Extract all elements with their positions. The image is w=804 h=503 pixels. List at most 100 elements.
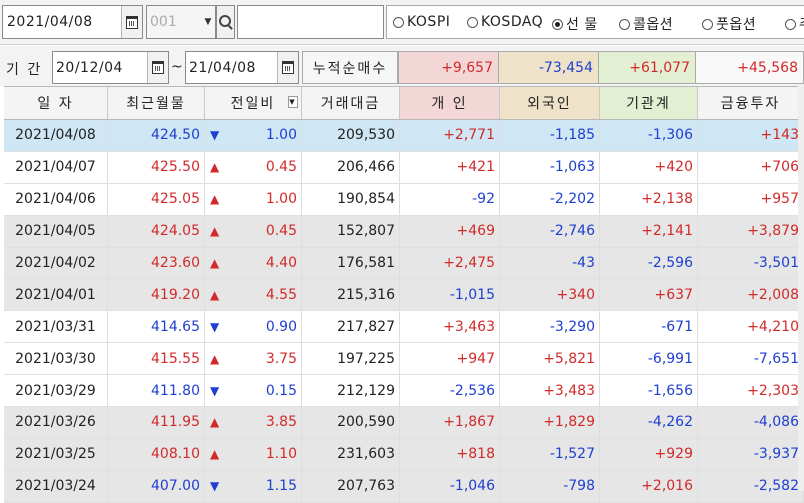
table-row[interactable]: 2021/04/06 425.05 ▲ 1.00 190,854 -92 -2,202 +2,… bbox=[4, 183, 804, 216]
radio-call-option[interactable]: 콜옵션 bbox=[619, 14, 673, 34]
radio-dot bbox=[785, 18, 796, 30]
radio-futures[interactable]: 선 물 bbox=[552, 14, 598, 34]
radio-dot bbox=[702, 18, 713, 30]
col-institution[interactable]: 기관계 bbox=[600, 87, 698, 119]
cell-individual: +818 bbox=[400, 438, 500, 470]
table-row[interactable]: 2021/04/08 424.50 ▼ 1.00 209,530 +2,771 -1,185… bbox=[4, 120, 804, 152]
cell-date: 2021/04/08 bbox=[4, 120, 108, 151]
table-row[interactable]: 2021/04/07 425.50 ▲ 0.45 206,466 +421 -1,063 +4… bbox=[4, 151, 804, 184]
cell-change: ▲ 0.45 bbox=[205, 215, 302, 247]
cell-volume: 190,854 bbox=[302, 183, 400, 215]
cell-financial-investment: -4,086 bbox=[698, 407, 804, 438]
down-triangle-icon: ▼ bbox=[210, 383, 220, 398]
cell-volume: 207,763 bbox=[302, 470, 400, 502]
market-radio-group: KOSPI KOSDAQ 선 물 콜옵션 풋옵션 주 bbox=[386, 5, 804, 39]
cell-date: 2021/04/06 bbox=[4, 183, 108, 215]
cell-institution: -1,306 bbox=[600, 120, 698, 151]
up-triangle-icon: ▲ bbox=[210, 192, 220, 207]
period-from-field[interactable]: 20/12/04 bbox=[52, 51, 169, 84]
radio-dot bbox=[619, 18, 630, 30]
cell-institution: -6,991 bbox=[600, 343, 698, 375]
cell-volume: 176,581 bbox=[302, 247, 400, 279]
radio-kospi[interactable]: KOSPI bbox=[393, 14, 450, 30]
table-row[interactable]: 2021/04/01 419.20 ▲ 4.55 215,316 -1,015 +340 +6… bbox=[4, 279, 804, 312]
cell-change: ▼ 0.15 bbox=[205, 375, 302, 407]
cell-price: 408.10 bbox=[108, 438, 205, 470]
investor-trend-table: 일 자 최근월물 전일비 ▼ 거래대금 개 인 외국인 기관계 금융투자 202… bbox=[4, 86, 804, 503]
cell-foreign: -1,527 bbox=[500, 438, 600, 470]
radio-dot-selected bbox=[552, 18, 563, 30]
cell-change: ▲ 1.10 bbox=[205, 438, 302, 470]
cell-change: ▲ 0.45 bbox=[205, 151, 302, 183]
cell-institution: -1,656 bbox=[600, 375, 698, 407]
cell-price: 415.55 bbox=[108, 343, 205, 375]
cell-change: ▲ 1.00 bbox=[205, 183, 302, 215]
vertical-scrollbar[interactable] bbox=[798, 86, 804, 491]
calendar-icon[interactable] bbox=[277, 52, 298, 83]
cell-change: ▲ 4.55 bbox=[205, 279, 302, 311]
col-change[interactable]: 전일비 ▼ bbox=[205, 87, 302, 119]
col-financial-investment[interactable]: 금융투자 bbox=[698, 87, 804, 119]
col-near-month[interactable]: 최근월물 bbox=[108, 87, 205, 119]
col-individual[interactable]: 개 인 bbox=[400, 87, 500, 119]
radio-put-option[interactable]: 풋옵션 bbox=[702, 14, 756, 34]
table-row[interactable]: 2021/03/29 411.80 ▼ 0.15 212,129 -2,536 +3,483… bbox=[4, 375, 804, 408]
total-individual: +9,657 bbox=[398, 51, 499, 84]
cell-institution: +2,138 bbox=[600, 183, 698, 215]
calendar-icon[interactable] bbox=[147, 52, 168, 83]
total-foreign: -73,454 bbox=[498, 51, 599, 84]
table-row[interactable]: 2021/04/05 424.05 ▲ 0.45 152,807 +469 -2,746 +2… bbox=[4, 215, 804, 248]
cell-price: 419.20 bbox=[108, 279, 205, 311]
cell-foreign: -2,202 bbox=[500, 183, 600, 215]
cell-institution: +2,141 bbox=[600, 215, 698, 247]
date-field[interactable]: 2021/04/08 bbox=[2, 5, 143, 39]
cell-individual: +3,463 bbox=[400, 311, 500, 343]
search-button[interactable] bbox=[216, 5, 235, 39]
cell-price: 411.80 bbox=[108, 375, 205, 407]
cell-financial-investment: +2,008 bbox=[698, 279, 804, 311]
cell-date: 2021/04/02 bbox=[4, 247, 108, 279]
table-row[interactable]: 2021/03/24 407.00 ▼ 1.15 207,763 -1,046 -798 +2… bbox=[4, 470, 804, 503]
down-triangle-icon: ▼ bbox=[210, 319, 220, 334]
cell-individual: -92 bbox=[400, 183, 500, 215]
chevron-down-icon[interactable]: ▼ bbox=[201, 6, 215, 38]
cell-institution: +637 bbox=[600, 279, 698, 311]
table-row[interactable]: 2021/03/25 408.10 ▲ 1.10 231,603 +818 -1,527 +9… bbox=[4, 438, 804, 471]
col-volume[interactable]: 거래대금 bbox=[302, 87, 400, 119]
cell-institution: -4,262 bbox=[600, 407, 698, 438]
table-row[interactable]: 2021/03/30 415.55 ▲ 3.75 197,225 +947 +5,821 -6… bbox=[4, 343, 804, 376]
calendar-icon[interactable] bbox=[121, 6, 142, 38]
table-row[interactable]: 2021/04/02 423.60 ▲ 4.40 176,581 +2,475 -43 -2,… bbox=[4, 247, 804, 280]
code-field[interactable]: 001 ▼ bbox=[146, 5, 216, 39]
cell-volume: 217,827 bbox=[302, 311, 400, 343]
table-row[interactable]: 2021/03/26 411.95 ▲ 3.85 200,590 +1,867 +1,829… bbox=[4, 407, 804, 439]
cell-foreign: -3,290 bbox=[500, 311, 600, 343]
col-date[interactable]: 일 자 bbox=[4, 87, 108, 119]
name-field[interactable] bbox=[237, 5, 384, 39]
cell-financial-investment: +957 bbox=[698, 183, 804, 215]
code-value: 001 bbox=[150, 14, 177, 30]
table-body: 2021/04/08 424.50 ▼ 1.00 209,530 +2,771 -1,185… bbox=[4, 120, 804, 503]
period-separator: ~ bbox=[171, 59, 183, 75]
table-row[interactable]: 2021/03/31 414.65 ▼ 0.90 217,827 +3,463 -3,290… bbox=[4, 311, 804, 344]
radio-kosdaq[interactable]: KOSDAQ bbox=[467, 14, 543, 30]
cell-foreign: +3,483 bbox=[500, 375, 600, 407]
sort-dropdown-icon[interactable]: ▼ bbox=[288, 96, 298, 108]
cell-volume: 152,807 bbox=[302, 215, 400, 247]
cumulative-net-buy-label: 누적순매수 bbox=[302, 51, 398, 84]
period-to-field[interactable]: 21/04/08 bbox=[185, 51, 299, 84]
cell-individual: -1,015 bbox=[400, 279, 500, 311]
cell-financial-investment: +4,210 bbox=[698, 311, 804, 343]
cell-volume: 212,129 bbox=[302, 375, 400, 407]
total-financial-investment: +45,568 bbox=[695, 51, 804, 84]
cell-date: 2021/04/07 bbox=[4, 151, 108, 183]
cell-foreign: -1,185 bbox=[500, 120, 600, 151]
cell-foreign: -43 bbox=[500, 247, 600, 279]
radio-stock[interactable]: 주 bbox=[785, 14, 804, 34]
cell-individual: +2,771 bbox=[400, 120, 500, 151]
col-foreign[interactable]: 외국인 bbox=[500, 87, 600, 119]
cell-foreign: +5,821 bbox=[500, 343, 600, 375]
cell-date: 2021/03/25 bbox=[4, 438, 108, 470]
date-value: 2021/04/08 bbox=[7, 14, 93, 30]
up-triangle-icon: ▲ bbox=[210, 287, 220, 302]
